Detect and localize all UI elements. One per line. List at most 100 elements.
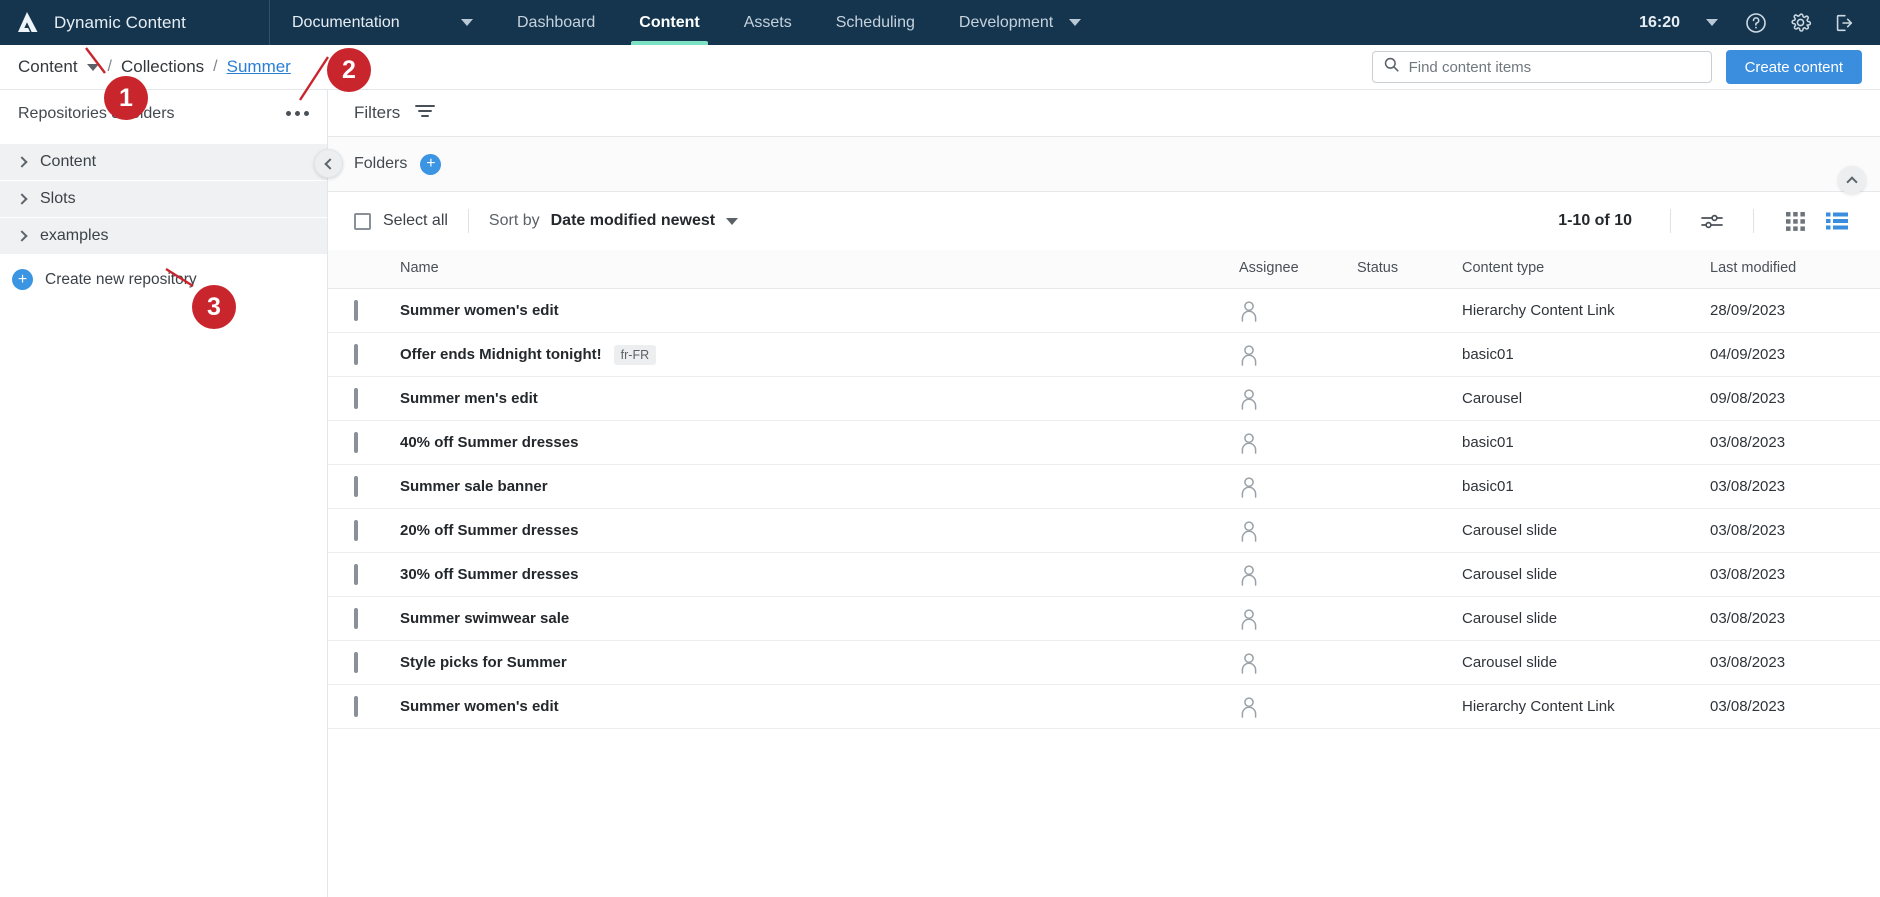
tab-dashboard[interactable]: Dashboard — [495, 0, 617, 45]
row-checkbox-cell[interactable] — [328, 684, 400, 729]
table-row[interactable]: Summer women's edit Hierarchy Content Lin… — [328, 684, 1880, 729]
create-content-button[interactable]: Create content — [1725, 50, 1862, 84]
create-new-repository-button[interactable]: + Create new repository — [0, 255, 327, 290]
header-content-type[interactable]: Content type — [1462, 250, 1710, 289]
row-checkbox[interactable] — [354, 696, 358, 717]
row-checkbox-cell[interactable] — [328, 376, 400, 421]
tab-content[interactable]: Content — [617, 0, 721, 45]
sort-by-control[interactable]: Sort by Date modified newest — [489, 212, 739, 230]
header-last-modified[interactable]: Last modified — [1710, 250, 1880, 289]
row-name-cell[interactable]: 30% off Summer dresses — [400, 552, 1239, 597]
row-checkbox-cell[interactable] — [328, 464, 400, 509]
list-toolbar-right: 1-10 of 10 — [1558, 204, 1858, 238]
row-checkbox[interactable] — [354, 300, 358, 321]
table-row[interactable]: 30% off Summer dresses Carousel slide 03/0… — [328, 552, 1880, 597]
row-assignee-cell[interactable] — [1239, 552, 1357, 597]
row-assignee-cell[interactable] — [1239, 464, 1357, 509]
row-checkbox-cell[interactable] — [328, 420, 400, 465]
list-view-icon[interactable] — [1816, 204, 1858, 238]
help-icon[interactable] — [1734, 0, 1778, 45]
row-checkbox-cell[interactable] — [328, 640, 400, 685]
tab-assets[interactable]: Assets — [722, 0, 814, 45]
row-checkbox-cell[interactable] — [328, 332, 400, 377]
row-assignee-cell[interactable] — [1239, 508, 1357, 553]
row-checkbox-cell[interactable] — [328, 552, 400, 597]
grid-view-icon[interactable] — [1774, 204, 1816, 238]
row-name-cell[interactable]: Style picks for Summer — [400, 640, 1239, 685]
row-checkbox-cell[interactable] — [328, 288, 400, 333]
row-last-modified: 09/08/2023 — [1710, 390, 1786, 407]
row-content-type: Carousel slide — [1462, 654, 1558, 671]
breadcrumb-bar: Content / Collections / Summer Find cont… — [0, 45, 1880, 90]
header-checkbox-col — [328, 250, 400, 289]
table-row[interactable]: Summer women's edit Hierarchy Content Lin… — [328, 288, 1880, 333]
header-status[interactable]: Status — [1357, 250, 1462, 289]
header-name[interactable]: Name — [400, 250, 1239, 289]
logout-icon[interactable] — [1822, 0, 1866, 45]
select-all-checkbox[interactable] — [354, 212, 371, 230]
row-checkbox[interactable] — [354, 432, 358, 453]
sidebar-item-slots[interactable]: Slots — [0, 181, 327, 217]
scroll-to-top-button[interactable] — [1838, 166, 1866, 194]
table-row[interactable]: Summer sale banner basic01 03/08/2023 — [328, 464, 1880, 509]
clock-display: 16:20 — [1639, 13, 1680, 31]
row-checkbox[interactable] — [354, 608, 358, 629]
table-row[interactable]: 40% off Summer dresses basic01 03/08/2023 — [328, 420, 1880, 465]
gear-icon[interactable] — [1778, 0, 1822, 45]
row-checkbox[interactable] — [354, 652, 358, 673]
row-name-cell[interactable]: Summer women's edit — [400, 684, 1239, 729]
table-row[interactable]: Summer swimwear sale Carousel slide 03/08/… — [328, 596, 1880, 641]
row-assignee-cell[interactable] — [1239, 684, 1357, 729]
row-content-type: Carousel — [1462, 390, 1523, 407]
row-assignee-cell[interactable] — [1239, 640, 1357, 685]
row-name-cell[interactable]: 20% off Summer dresses — [400, 508, 1239, 553]
row-assignee-cell[interactable] — [1239, 376, 1357, 421]
breadcrumb-collections[interactable]: Collections — [121, 57, 204, 77]
repository-list: Content Slots examples — [0, 144, 327, 254]
chevron-down-icon[interactable] — [726, 217, 739, 225]
column-settings-icon[interactable] — [1691, 204, 1733, 238]
breadcrumb-chevron-down-icon[interactable] — [86, 63, 99, 71]
row-checkbox[interactable] — [354, 564, 358, 585]
row-checkbox[interactable] — [354, 520, 358, 541]
row-last-modified-cell: 03/08/2023 — [1710, 464, 1880, 509]
row-name-cell[interactable]: Summer men's edit — [400, 376, 1239, 421]
row-name-cell[interactable]: Summer swimwear sale — [400, 596, 1239, 641]
row-assignee-cell[interactable] — [1239, 332, 1357, 377]
row-checkbox[interactable] — [354, 476, 358, 497]
row-checkbox-cell[interactable] — [328, 596, 400, 641]
row-assignee-cell[interactable] — [1239, 420, 1357, 465]
sidebar-item-examples[interactable]: examples — [0, 218, 327, 254]
row-checkbox-cell[interactable] — [328, 508, 400, 553]
hub-selector[interactable]: Documentation — [270, 0, 495, 45]
row-name-cell[interactable]: 40% off Summer dresses — [400, 420, 1239, 465]
row-assignee-cell[interactable] — [1239, 288, 1357, 333]
row-name-cell[interactable]: Summer sale banner — [400, 464, 1239, 509]
search-input[interactable]: Find content items — [1371, 51, 1712, 83]
row-name-cell[interactable]: Summer women's edit — [400, 288, 1239, 333]
add-folder-button[interactable]: + — [420, 153, 442, 175]
table-row[interactable]: Offer ends Midnight tonight! fr-FR basic01… — [328, 332, 1880, 377]
header-assignee[interactable]: Assignee — [1239, 250, 1357, 289]
table-header-row: Name Assignee Status Content type Last m… — [328, 250, 1880, 289]
row-name: Summer women's edit — [400, 302, 559, 319]
row-checkbox[interactable] — [354, 388, 358, 409]
tab-development[interactable]: Development — [937, 0, 1103, 45]
sidebar-overflow-menu-icon[interactable] — [284, 105, 311, 122]
table-row[interactable]: Style picks for Summer Carousel slide 03/0… — [328, 640, 1880, 685]
select-all-control[interactable]: Select all — [354, 212, 448, 230]
breadcrumb-root[interactable]: Content — [18, 57, 78, 77]
row-checkbox[interactable] — [354, 344, 358, 365]
filter-icon[interactable] — [414, 103, 436, 124]
row-assignee-cell[interactable] — [1239, 596, 1357, 641]
collapse-sidebar-button[interactable] — [314, 149, 343, 178]
breadcrumb-current-summer[interactable]: Summer — [227, 57, 291, 77]
table-row[interactable]: Summer men's edit Carousel 09/08/2023 — [328, 376, 1880, 421]
sidebar-item-content[interactable]: Content — [0, 144, 327, 180]
timezone-dropdown[interactable] — [1690, 0, 1734, 45]
tab-scheduling[interactable]: Scheduling — [814, 0, 937, 45]
row-name-cell[interactable]: Offer ends Midnight tonight! fr-FR — [400, 332, 1239, 377]
table-row[interactable]: 20% off Summer dresses Carousel slide 03/0… — [328, 508, 1880, 553]
folders-label: Folders — [354, 155, 408, 172]
row-content-type-cell: Carousel slide — [1462, 596, 1710, 641]
